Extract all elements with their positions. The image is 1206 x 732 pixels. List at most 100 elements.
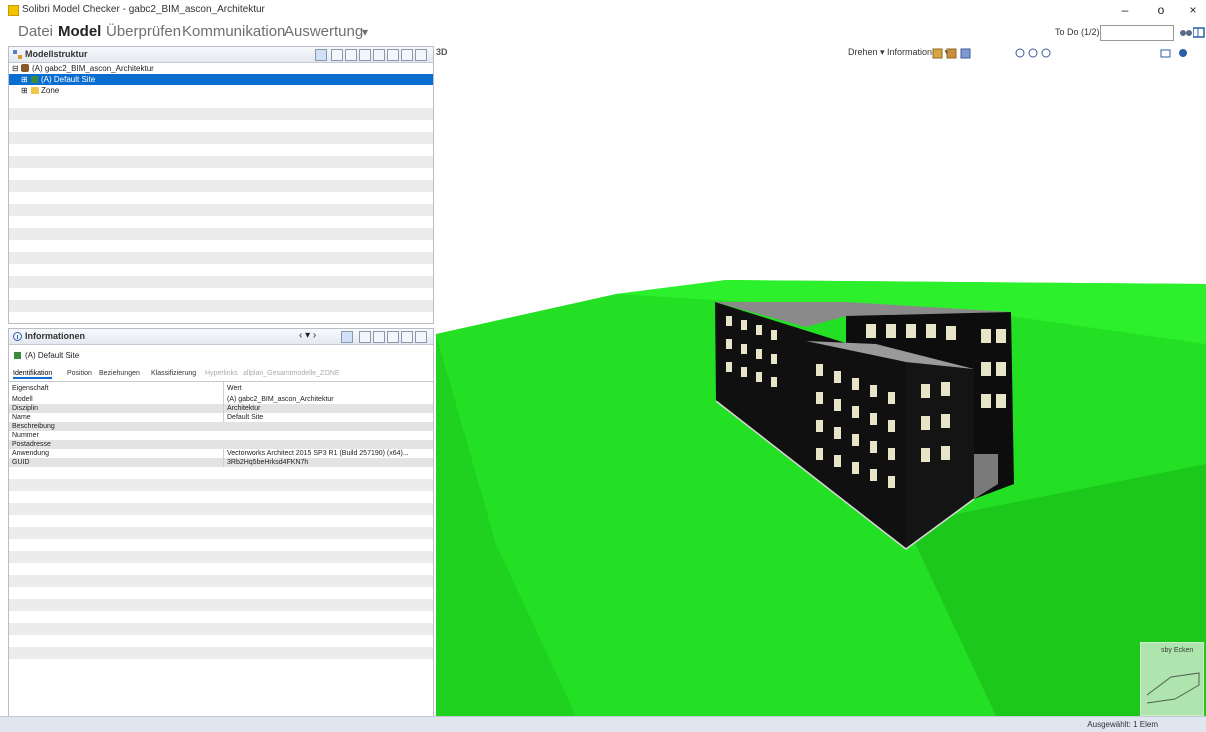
back-arrow-icon[interactable]: ‹ ▾ › [299, 330, 316, 341]
table-row[interactable]: Name Default Site [9, 413, 433, 422]
minimize-panel-icon[interactable] [387, 331, 399, 343]
tab-identifikation[interactable]: Identifikation [13, 370, 53, 379]
table-row[interactable]: Postadresse [9, 440, 433, 449]
transparency-icon[interactable] [960, 48, 972, 59]
expand-toggle-icon[interactable]: ⊞ [21, 74, 28, 85]
property-value: Architektur [223, 404, 427, 413]
tab-position[interactable]: Position [67, 370, 92, 377]
table-row[interactable]: Disziplin Architektur [9, 404, 433, 413]
layout-icon[interactable] [373, 331, 385, 343]
info-tabs: Identifikation Position Beziehungen Klas… [9, 367, 433, 382]
hide-icon[interactable] [946, 48, 958, 59]
zoom-fit-icon[interactable] [1041, 48, 1053, 59]
property-value: 3Rb2Hq5beHrksd4FKN7h [223, 458, 427, 467]
tree-structure-icon [13, 50, 22, 59]
table-row[interactable]: GUID 3Rb2Hq5beHrksd4FKN7h [9, 458, 433, 467]
tab-klassifizierung[interactable]: Klassifizierung [151, 370, 196, 377]
information-header: Informationen ‹ ▾ › [9, 329, 433, 345]
menu-model[interactable]: Model [58, 23, 101, 40]
tab-hyperlinks[interactable]: Hyperlinks [205, 370, 238, 377]
property-key: Postadresse [12, 441, 51, 448]
close-button[interactable]: × [1178, 0, 1206, 20]
tree-item-zone[interactable]: ⊞ Zone [9, 85, 433, 96]
info-icon [13, 332, 22, 341]
zoom-in-icon[interactable] [1015, 48, 1027, 59]
navigation-cube[interactable]: sby Ecken [1140, 642, 1204, 716]
column-header-value[interactable]: Wert [223, 382, 427, 395]
menu-kommunikation[interactable]: Kommunikation [182, 23, 285, 40]
layout-icon[interactable] [373, 49, 385, 61]
property-key: Anwendung [12, 450, 49, 457]
menu-auswertung[interactable]: Auswertung [284, 23, 363, 40]
model-structure-header: Modellstruktur [9, 47, 433, 63]
restore-panel-icon[interactable] [415, 331, 427, 343]
site-icon [14, 352, 21, 359]
navcube-shape-icon [1146, 672, 1200, 704]
3d-view-label: 3D [436, 47, 448, 57]
information-title: Informationen [25, 331, 85, 341]
property-value: Default Site [223, 413, 427, 422]
maximize-button[interactable]: o [1146, 0, 1176, 20]
property-value: Vectorworks Architect 2015 SP3 R1 (Build… [223, 449, 427, 458]
navcube-label: sby Ecken [1161, 647, 1194, 654]
camera-icon[interactable] [1160, 48, 1172, 59]
tab-beziehungen[interactable]: Beziehungen [99, 370, 140, 377]
property-empty-area [9, 467, 433, 659]
info-selected-item: (A) Default Site [9, 345, 433, 367]
minimize-button[interactable]: – [1110, 0, 1140, 20]
expand-toggle-icon[interactable]: ⊞ [21, 85, 28, 96]
zoom-out-icon[interactable] [1028, 48, 1040, 59]
panel-layout-icon[interactable] [1193, 27, 1205, 38]
folder-icon [31, 87, 39, 94]
todo-search-input[interactable] [1100, 25, 1174, 41]
column-header-property[interactable]: Eigenschaft [12, 382, 49, 395]
tab-allplan[interactable]: allplan_Gesamtmodelle_ZONE [243, 370, 340, 377]
tree-item-label: Zone [41, 86, 60, 95]
information-panel: Informationen ‹ ▾ › (A) Default Site Ide… [8, 328, 434, 717]
maximize-panel-icon[interactable] [401, 49, 413, 61]
status-bar: Ausgewählt: 1 Elem [0, 716, 1206, 732]
restore-panel-icon[interactable] [415, 49, 427, 61]
tree-item-default-site[interactable]: ⊞ (A) Default Site [9, 74, 433, 85]
tree-empty-area [9, 96, 433, 312]
property-key: Nummer [12, 432, 39, 439]
minimize-panel-icon[interactable] [387, 49, 399, 61]
app-logo-icon [8, 5, 19, 16]
settings-icon[interactable] [1178, 48, 1190, 59]
3d-viewport[interactable]: sby Ecken [436, 44, 1206, 716]
selection-status: Ausgewählt: 1 Elem [1087, 720, 1158, 729]
box-icon[interactable] [932, 48, 944, 59]
property-key: Modell [12, 396, 33, 403]
expand-icon[interactable] [331, 49, 343, 61]
model-structure-panel: Modellstruktur ⊟ (A) gabc2_BIM_ascon_Arc… [8, 46, 434, 324]
menu-ueberpruefen[interactable]: Überprüfen [106, 23, 181, 40]
binoculars-icon[interactable] [1180, 27, 1192, 38]
model-structure-title: Modellstruktur [25, 49, 88, 59]
table-row[interactable]: Modell (A) gabc2_BIM_ascon_Architektur [9, 395, 433, 404]
collapse-toggle-icon[interactable]: ⊟ [12, 63, 19, 74]
todo-label: To Do (1/2) [1055, 27, 1100, 37]
table-row[interactable]: Anwendung Vectorworks Architect 2015 SP3 … [9, 449, 433, 458]
3d-scene[interactable] [436, 44, 1206, 716]
list-view-icon[interactable] [359, 49, 371, 61]
property-key: GUID [12, 459, 30, 466]
filter-icon[interactable] [315, 49, 327, 61]
site-icon [31, 76, 38, 83]
property-key: Beschreibung [12, 423, 55, 430]
tree-item-label: (A) Default Site [41, 75, 96, 84]
collapse-icon[interactable] [345, 49, 357, 61]
menu-datei[interactable]: Datei [18, 23, 53, 40]
info-item-label: (A) Default Site [25, 351, 80, 360]
tree-item-label: (A) gabc2_BIM_ascon_Architektur [32, 64, 154, 73]
maximize-panel-icon[interactable] [401, 331, 413, 343]
grid-view-icon[interactable] [341, 331, 353, 343]
menu-more-chevron-icon[interactable]: ▾ [362, 25, 368, 39]
table-row[interactable]: Nummer [9, 431, 433, 440]
table-row[interactable]: Beschreibung [9, 422, 433, 431]
property-value: (A) gabc2_BIM_ascon_Architektur [223, 395, 427, 404]
property-key: Disziplin [12, 405, 39, 412]
title-bar: Solibri Model Checker - gabc2_BIM_ascon_… [0, 0, 1206, 20]
options-icon[interactable] [359, 331, 371, 343]
tree-item-model[interactable]: ⊟ (A) gabc2_BIM_ascon_Architektur [9, 63, 433, 74]
menu-bar: Datei Model Überprüfen Kommunikation Aus… [0, 20, 1206, 44]
